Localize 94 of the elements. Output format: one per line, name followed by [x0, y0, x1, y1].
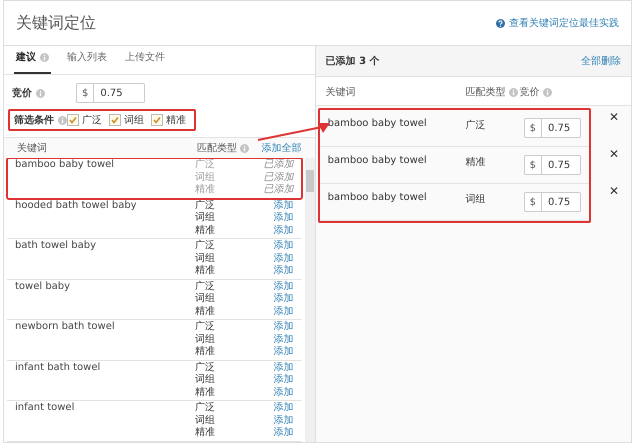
add-link[interactable]: 添加 [274, 224, 294, 237]
add-link[interactable]: 添加 [274, 346, 294, 358]
currency-prefix: $ [76, 83, 94, 103]
match-type: 词组 [195, 293, 216, 306]
add-link[interactable]: 添加 [274, 334, 294, 346]
match-type: 广泛 [195, 240, 216, 252]
match-type: 精准 [195, 265, 216, 278]
add-link[interactable]: 添加 [274, 374, 294, 386]
currency-prefix: $ [524, 118, 541, 138]
add-link[interactable]: 添加 [274, 212, 294, 224]
add-link[interactable]: 添加 [274, 402, 294, 414]
match-type: 词组 [195, 374, 216, 386]
add-all-link[interactable]: 添加全部 [259, 141, 302, 155]
keyword-text: infant bath towel [15, 362, 102, 374]
checkbox[interactable] [151, 114, 163, 126]
close-button[interactable]: ✕ [608, 110, 619, 124]
close-button[interactable]: ✕ [608, 147, 619, 161]
match-type: 广泛 [195, 280, 216, 293]
add-link[interactable]: 添加 [274, 427, 294, 440]
add-link[interactable]: 添加 [274, 265, 294, 278]
match-type: 广泛 [195, 321, 216, 334]
keyword-text: bath towel baby [15, 240, 97, 253]
keyword-text: bamboo baby towel [328, 192, 428, 203]
add-link[interactable]: 添加 [274, 414, 294, 427]
match-type: 精准 [195, 184, 216, 196]
match-type: 精准 [195, 306, 216, 318]
keyword-text: towel baby [15, 280, 72, 294]
tab[interactable]: 上传文件 [123, 50, 167, 74]
scrollbar[interactable] [304, 158, 315, 442]
match-type: 精准 [195, 386, 216, 399]
column-header: 关键词 [326, 86, 357, 99]
match-type: 词组 [466, 193, 487, 206]
bid-label: 竞价 [12, 86, 32, 100]
match-type: 广泛 [195, 362, 216, 374]
added-count: 已添加 3 个 [326, 54, 380, 68]
add-link[interactable]: 添加 [274, 280, 294, 293]
info-icon [508, 88, 518, 96]
match-type: 词组 [195, 172, 216, 184]
best-practices-link[interactable]: 查看关键词定位最佳实践 [496, 16, 619, 30]
info-icon [542, 88, 552, 96]
checkbox[interactable] [109, 114, 121, 126]
close-button[interactable]: ✕ [608, 184, 619, 198]
filter-label: 筛选条件 [14, 114, 54, 127]
info-icon [36, 88, 45, 98]
info-icon [58, 116, 67, 124]
match-type: 精准 [466, 156, 487, 169]
keyword-text: bamboo baby towel [328, 155, 428, 166]
add-link[interactable]: 添加 [274, 362, 294, 374]
add-link[interactable]: 添加 [274, 200, 294, 212]
match-type: 词组 [195, 212, 216, 224]
currency-prefix: $ [524, 192, 541, 212]
add-link[interactable]: 添加 [274, 293, 294, 306]
match-type: 词组 [195, 334, 216, 346]
match-type: 词组 [195, 252, 216, 264]
keyword-text: infant towel [15, 402, 76, 415]
checkbox-label: 广泛 [82, 114, 102, 127]
added-label: 已添加 [264, 159, 294, 172]
bid-field[interactable]: 0.75 [541, 118, 581, 138]
match-type: 广泛 [195, 402, 216, 414]
match-type: 广泛 [195, 159, 216, 172]
column-header: 关键词 [17, 142, 48, 155]
match-type: 广泛 [466, 118, 487, 132]
add-link[interactable]: 添加 [274, 306, 294, 318]
match-type: 词组 [195, 414, 216, 426]
match-type: 精准 [195, 427, 216, 440]
bid-field[interactable]: 0.75 [93, 83, 146, 103]
column-header: 匹配类型 [197, 142, 237, 155]
keyword-text: bamboo baby towel [15, 159, 116, 172]
info-icon [240, 144, 249, 152]
add-link[interactable]: 添加 [274, 252, 294, 265]
tab[interactable]: 输入列表 [65, 50, 109, 74]
currency-prefix: $ [524, 155, 541, 175]
keyword-text: newborn bath towel [15, 321, 116, 334]
remove-all-link[interactable]: 全部删除 [581, 54, 621, 68]
checkbox[interactable] [67, 114, 79, 126]
checkbox-label: 词组 [124, 114, 144, 127]
added-label: 已添加 [264, 172, 294, 184]
bid-field[interactable]: 0.75 [541, 192, 581, 212]
column-header: 匹配类型 [466, 86, 506, 99]
match-type: 精准 [195, 224, 216, 237]
add-link[interactable]: 添加 [274, 321, 294, 334]
add-link[interactable]: 添加 [274, 240, 294, 252]
bid-field[interactable]: 0.75 [541, 155, 581, 175]
added-label: 已添加 [264, 184, 294, 196]
checkbox-label: 精准 [166, 114, 186, 127]
match-type: 广泛 [195, 200, 216, 212]
add-link[interactable]: 添加 [274, 386, 294, 399]
tab[interactable]: 建议 [14, 50, 51, 74]
page-title: 关键词定位 [16, 12, 96, 34]
match-type: 精准 [195, 346, 216, 358]
keyword-text: bamboo baby towel [328, 118, 428, 129]
help-icon [496, 18, 505, 28]
keyword-text: hooded bath towel baby [15, 200, 138, 212]
column-header: 竞价 [520, 86, 540, 99]
